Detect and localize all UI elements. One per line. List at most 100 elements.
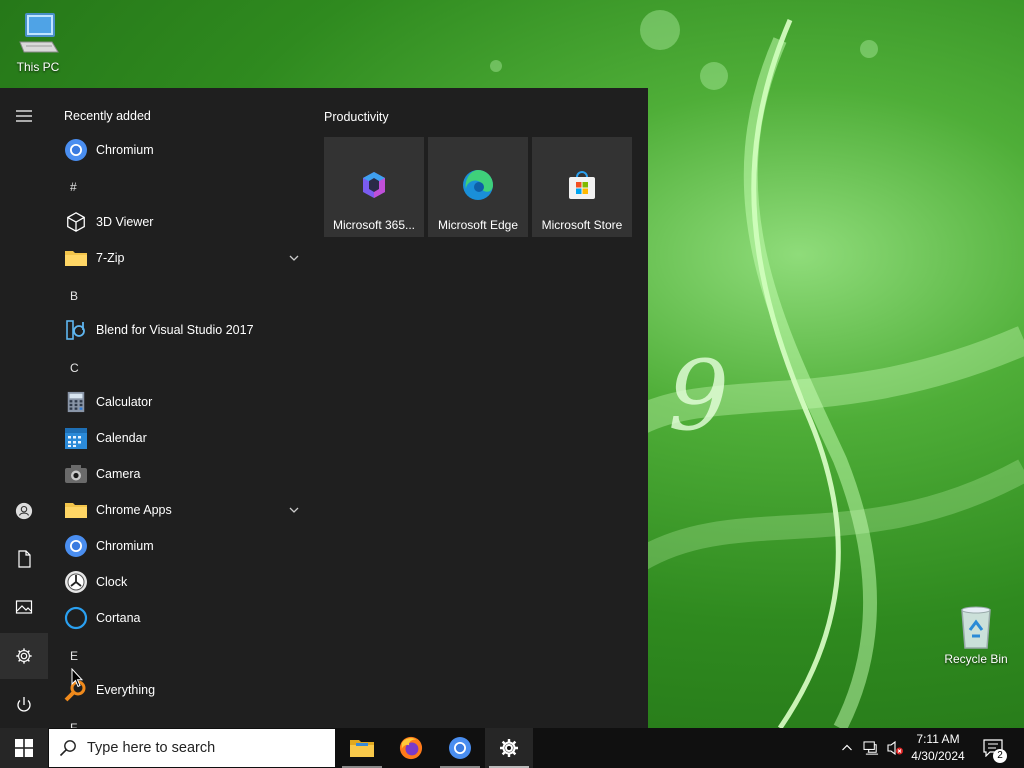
app-list[interactable]: Recently added Chromium # 3D Viewer 7-Zi…	[48, 88, 308, 728]
expand-menu-button[interactable]	[0, 93, 48, 139]
app-calculator[interactable]: Calculator	[48, 384, 308, 420]
account-button[interactable]	[0, 488, 48, 534]
show-hidden-icons-button[interactable]	[836, 728, 858, 768]
app-chrome-apps-folder[interactable]: Chrome Apps	[48, 492, 308, 528]
app-chromium[interactable]: Chromium	[48, 528, 308, 564]
app-label: Chrome Apps	[96, 503, 172, 517]
app-label: 3D Viewer	[96, 215, 154, 229]
taskbar-file-explorer[interactable]	[338, 728, 386, 768]
hamburger-icon	[16, 110, 32, 122]
clock-date: 4/30/2024	[911, 749, 965, 763]
action-center-button[interactable]: 2	[976, 728, 1010, 768]
app-label: Chromium	[96, 143, 154, 157]
firefox-icon	[399, 736, 423, 760]
gear-icon	[16, 648, 32, 664]
taskbar-clock[interactable]: 7:11 AM 4/30/2024	[906, 731, 970, 765]
file-explorer-icon	[350, 740, 374, 757]
recycle-bin-label: Recycle Bin	[944, 652, 1008, 666]
calendar-icon	[65, 428, 87, 449]
app-clock[interactable]: Clock	[48, 564, 308, 600]
app-camera[interactable]: Camera	[48, 456, 308, 492]
taskbar-settings[interactable]	[485, 728, 533, 768]
store-icon	[569, 171, 595, 199]
chevron-down-icon	[289, 255, 299, 261]
volume-button[interactable]	[884, 728, 906, 768]
app-label: Calendar	[96, 431, 147, 445]
chevron-up-icon	[842, 744, 852, 751]
this-pc-label: This PC	[16, 60, 60, 74]
computer-icon	[19, 13, 59, 53]
app-label: 7-Zip	[96, 251, 125, 265]
app-label: Blend for Visual Studio 2017	[96, 323, 254, 337]
app-everything[interactable]: Everything	[48, 672, 308, 708]
start-menu: Recently added Chromium # 3D Viewer 7-Zi…	[0, 88, 648, 728]
recently-added-title: Recently added	[64, 109, 151, 123]
app-blend[interactable]: Blend for Visual Studio 2017	[48, 312, 308, 348]
taskbar: Type here to search 7:11 AM 4/30/2024 2	[0, 728, 1024, 768]
app-label: Clock	[96, 575, 128, 589]
wallpaper-nine: 9	[668, 340, 730, 452]
chromium-icon	[65, 535, 87, 557]
cube-icon	[67, 212, 85, 232]
letter-header-c[interactable]: C	[70, 361, 79, 375]
app-label: Camera	[96, 467, 141, 481]
tile-label: Microsoft Edge	[437, 218, 519, 232]
app-chromium-recent[interactable]: Chromium	[48, 132, 308, 168]
network-icon	[862, 740, 878, 755]
documents-button[interactable]	[0, 536, 48, 582]
calculator-icon	[67, 391, 85, 413]
app-label: Cortana	[96, 611, 141, 625]
blend-icon	[66, 320, 85, 340]
letter-header-hash[interactable]: #	[70, 180, 77, 194]
pictures-button[interactable]	[0, 584, 48, 630]
recycle-bin-shortcut[interactable]: Recycle Bin	[938, 602, 1014, 666]
app-calendar[interactable]: Calendar	[48, 420, 308, 456]
user-icon	[15, 502, 33, 520]
chromium-icon	[449, 737, 471, 759]
chromium-icon	[65, 139, 87, 161]
wallpaper-bokeh	[490, 60, 502, 72]
clock-time: 7:11 AM	[916, 732, 960, 746]
app-label: Everything	[96, 683, 156, 697]
app-cortana[interactable]: Cortana	[48, 600, 308, 636]
tile-microsoft-edge[interactable]: Microsoft Edge	[428, 137, 528, 237]
tile-label: Microsoft Store	[541, 218, 623, 232]
tile-label: Microsoft 365...	[332, 218, 416, 232]
camera-icon	[65, 465, 87, 483]
folder-icon	[65, 503, 87, 518]
letter-header-b[interactable]: B	[70, 289, 78, 303]
notification-count-badge: 2	[993, 749, 1007, 763]
letter-header-f[interactable]: F	[70, 721, 77, 728]
chevron-down-icon	[289, 507, 299, 513]
tile-microsoft-365[interactable]: Microsoft 365...	[324, 137, 424, 237]
search-placeholder: Type here to search	[87, 740, 216, 756]
recycle-bin-icon	[961, 606, 991, 649]
taskbar-search-box[interactable]: Type here to search	[49, 729, 335, 767]
app-label: Chromium	[96, 539, 154, 553]
folder-icon	[65, 251, 87, 266]
windows-logo-icon	[15, 739, 33, 757]
volume-muted-icon	[887, 740, 903, 756]
this-pc-shortcut[interactable]: This PC	[0, 10, 76, 74]
picture-icon	[15, 600, 33, 614]
tiles-group-title[interactable]: Productivity	[324, 110, 389, 124]
start-rail	[0, 88, 48, 728]
cortana-icon	[64, 606, 88, 630]
edge-icon	[463, 170, 493, 200]
mouse-cursor-icon	[71, 668, 83, 688]
clock-icon	[65, 571, 87, 593]
document-icon	[18, 550, 31, 568]
start-button[interactable]	[0, 728, 48, 768]
taskbar-chromium[interactable]	[436, 728, 484, 768]
app-3d-viewer[interactable]: 3D Viewer	[48, 204, 308, 240]
power-button[interactable]	[0, 682, 48, 728]
letter-header-e[interactable]: E	[70, 649, 78, 663]
settings-button[interactable]	[0, 633, 48, 679]
app-7zip-folder[interactable]: 7-Zip	[48, 240, 308, 276]
network-button[interactable]	[860, 728, 882, 768]
app-label: Calculator	[96, 395, 153, 409]
gear-icon	[500, 739, 518, 757]
taskbar-firefox[interactable]	[387, 728, 435, 768]
search-icon	[59, 740, 76, 757]
tile-microsoft-store[interactable]: Microsoft Store	[532, 137, 632, 237]
